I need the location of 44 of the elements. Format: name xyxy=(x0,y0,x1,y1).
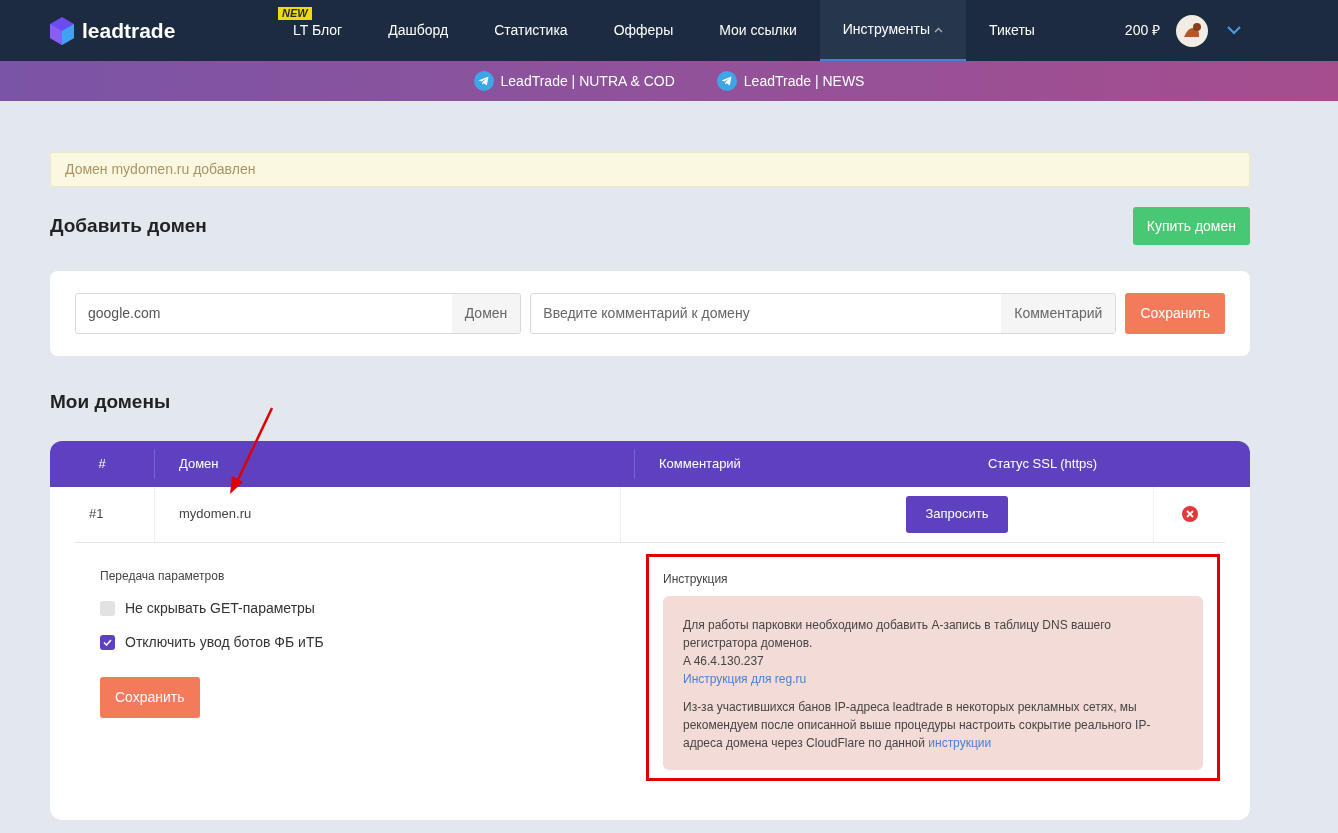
instruction-title: Инструкция xyxy=(663,570,729,588)
success-alert: Домен mydomen.ru добавлен xyxy=(50,152,1250,187)
checkbox[interactable] xyxy=(100,635,115,650)
check-icon xyxy=(103,639,112,646)
nav-tab[interactable]: NEW LT Блог xyxy=(270,0,366,61)
cloudflare-note: Из-за участившихся банов IP-адреса leadtrade в некоторых рекламных сетях, мы рекомендуем после описанной выше процедуры настроить сокрытие реального IP-адреса домена через CloudFlare по данной инструкции xyxy=(683,698,1152,752)
nav-tab[interactable]: Офферы xyxy=(590,0,697,61)
column-header: Статус SSL (https) xyxy=(987,454,1098,473)
instruction-text: Для работы парковки необходимо добавить А-запись в таблицу DNS вашего регистратора доменов. xyxy=(683,616,1113,652)
comment-field[interactable]: Введите комментарий к домену Комментарий xyxy=(530,293,1117,334)
telegram-icon xyxy=(473,71,494,91)
column-header: # xyxy=(98,454,106,473)
checkbox-label: Не скрывать GET-параметры xyxy=(125,599,315,618)
telegram-icon xyxy=(716,71,737,91)
new-badge: NEW xyxy=(278,7,312,20)
section-title: Добавить домен xyxy=(50,213,207,238)
field-addon: Комментарий xyxy=(1001,294,1116,333)
nav-tab[interactable]: Тикеты xyxy=(966,0,1058,61)
chevron-down-icon[interactable] xyxy=(1227,26,1242,35)
comment-input[interactable]: Введите комментарий к домену xyxy=(531,294,1002,333)
checkbox-label: Отключить увод ботов ФБ иТБ xyxy=(125,633,324,652)
dns-record: A 46.4.130.237 xyxy=(683,652,765,670)
domain-field[interactable]: google.com Домен xyxy=(75,293,522,334)
nav-tab[interactable]: Мои ссылки xyxy=(696,0,820,61)
nav-tab[interactable]: Статистика xyxy=(471,0,591,61)
telegram-link[interactable]: LeadTrade | NEWS xyxy=(716,70,865,92)
checkbox[interactable] xyxy=(100,601,115,616)
nav-tab[interactable]: Дашборд xyxy=(365,0,472,61)
table-cell-text: mydomen.ru xyxy=(179,505,252,524)
request-ssl-button[interactable]: Запросить xyxy=(906,495,1008,533)
nav-tab[interactable]: Инструменты xyxy=(819,0,966,61)
table-cell-text: #1 xyxy=(89,505,104,524)
logo-icon xyxy=(50,16,74,45)
domain-input[interactable]: google.com xyxy=(76,294,452,333)
telegram-link[interactable]: LeadTrade | NUTRA & COD xyxy=(473,70,675,92)
avatar[interactable] xyxy=(1176,14,1209,47)
delete-icon[interactable] xyxy=(1181,506,1198,522)
params-title: Передача параметров xyxy=(100,567,226,585)
column-header: Комментарий xyxy=(659,454,741,473)
section-title: Мои домены xyxy=(50,390,172,414)
column-header: Домен xyxy=(179,454,219,473)
balance: 200 ₽ xyxy=(1124,21,1161,40)
field-addon: Домен xyxy=(451,294,521,333)
brand-name: leadtrade xyxy=(82,17,176,44)
